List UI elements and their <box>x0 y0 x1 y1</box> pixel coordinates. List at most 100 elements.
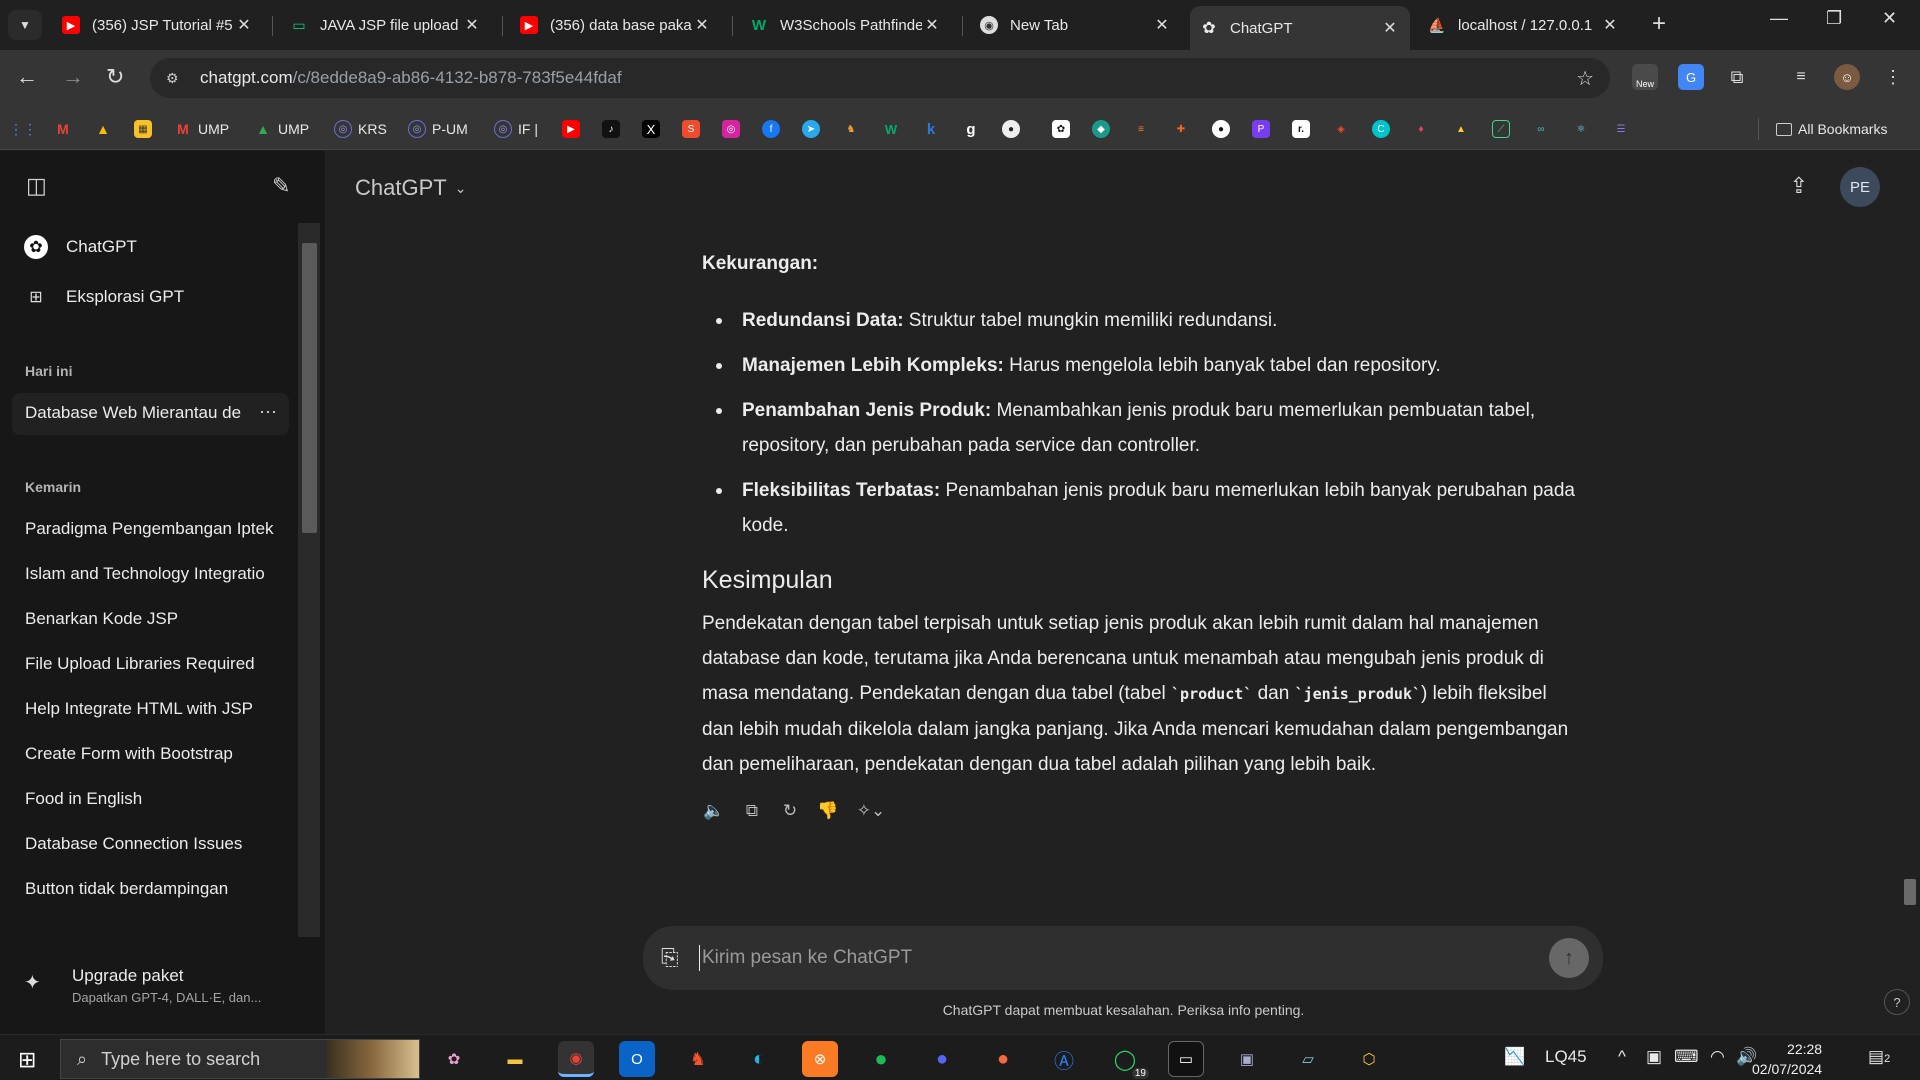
forward-icon[interactable]: → <box>62 64 84 90</box>
bookmark-firebase[interactable]: ▲ <box>1452 118 1476 140</box>
upgrade-plan-button[interactable]: ✦ Upgrade paket Dapatkan GPT-4, DALL·E, … <box>24 966 261 1005</box>
tray-overflow-icon[interactable]: ^ <box>1618 1047 1626 1067</box>
outlook-icon[interactable]: O <box>619 1041 655 1077</box>
address-bar[interactable]: ⚙ chatgpt.com/c/8edde8a9-ab86-4132-b878-… <box>150 58 1610 98</box>
browser-tab[interactable]: ▶ (356) JSP Tutorial #5 ✕ <box>52 8 264 42</box>
notification-icon[interactable]: ▤2 <box>1868 1047 1890 1067</box>
bookmark-orange[interactable]: ✚ <box>1172 118 1196 140</box>
bookmark-ump-drive[interactable]: ▲ UMP <box>254 118 309 140</box>
bookmark-gmail[interactable]: M <box>54 118 78 140</box>
profile-avatar[interactable]: ☺ <box>1834 64 1860 90</box>
browser-tab[interactable]: ◉ New Tab ✕ <box>970 8 1182 42</box>
language-icon[interactable]: ⌨ <box>1674 1047 1699 1067</box>
bookmark-p-um[interactable]: ◎ P-UM <box>408 118 468 140</box>
bookmark-if[interactable]: ◎ IF | <box>494 118 538 140</box>
terminal-icon[interactable]: ▭ <box>1168 1041 1204 1077</box>
chat-history-item-active[interactable]: Database Web Mierantau de ··· <box>12 393 289 435</box>
share-icon[interactable]: ⇪ <box>1790 173 1808 199</box>
chat-scrollbar-thumb[interactable] <box>1904 879 1916 905</box>
chat-history-item[interactable]: Help Integrate HTML with JSP <box>25 699 278 719</box>
browser-tab[interactable]: ▶ (356) data base pakai ✕ <box>510 8 722 42</box>
chat-history-item[interactable]: Database Connection Issues <box>25 834 278 854</box>
bookmark-star-icon[interactable]: ☆ <box>1576 66 1594 91</box>
bookmark-chatgpt[interactable]: ✿ <box>1052 118 1076 140</box>
close-icon[interactable]: ✕ <box>1380 18 1400 38</box>
chat-history-item[interactable]: Islam and Technology Integratio <box>25 564 278 584</box>
chat-history-item[interactable]: File Upload Libraries Required <box>25 654 278 674</box>
attach-icon[interactable]: ⎘ <box>661 945 691 971</box>
browser-tab[interactable]: ▭ JAVA JSP file upload ✕ <box>280 8 492 42</box>
bookmark-green[interactable]: ⟋ <box>1492 118 1516 140</box>
bookmark-wave[interactable]: ∞ <box>1532 118 1556 140</box>
bookmark-react[interactable]: ⚛ <box>1572 118 1596 140</box>
send-button[interactable]: ↑ <box>1549 938 1589 978</box>
bookmark-instagram[interactable]: ◎ <box>722 118 746 140</box>
chat-history-item[interactable]: Food in English <box>25 789 278 809</box>
message-input[interactable]: Kirim pesan ke ChatGPT <box>702 947 912 969</box>
bookmark-stack[interactable]: ☰ <box>1612 118 1636 140</box>
bookmark-youtube[interactable]: ▶ <box>562 118 586 140</box>
read-aloud-icon[interactable]: 🔈 <box>702 801 726 821</box>
bookmark-facebook[interactable]: f <box>762 118 786 140</box>
sidebar-item-chatgpt[interactable]: ✿ ChatGPT <box>24 235 137 259</box>
avatar[interactable]: PE <box>1840 167 1880 207</box>
bookmark-tiktok[interactable]: ♪ <box>602 118 626 140</box>
extensions-icon[interactable]: ⧉ <box>1724 64 1750 90</box>
bookmark-fire[interactable]: ♦ <box>1412 118 1436 140</box>
chat-history-item[interactable]: Paradigma Pengembangan Iptek <box>25 519 278 539</box>
message-composer[interactable]: ⎘ Kirim pesan ke ChatGPT ↑ <box>643 926 1603 990</box>
bookmark-teal[interactable]: ◆ <box>1092 118 1116 140</box>
sidebar-toggle-icon[interactable]: ◫ <box>26 173 47 199</box>
bookmark-krs[interactable]: ◎ KRS <box>334 118 387 140</box>
regenerate-icon[interactable]: ↻ <box>778 801 802 821</box>
bookmark-r[interactable]: r. <box>1292 118 1316 140</box>
browser-tab[interactable]: ⛵ localhost / 127.0.0.1 ✕ <box>1418 8 1630 42</box>
close-icon[interactable]: ✕ <box>692 15 712 35</box>
more-options-icon[interactable]: ··· <box>259 401 277 422</box>
bookmark-x[interactable]: X <box>642 118 666 140</box>
model-selector[interactable]: ChatGPT ⌄ <box>355 175 466 201</box>
close-icon[interactable]: ✕ <box>234 15 254 35</box>
edge-icon[interactable]: ◐ <box>741 1041 777 1077</box>
copy-icon[interactable]: ⧉ <box>740 801 764 821</box>
spotify-icon[interactable]: ● <box>863 1041 899 1077</box>
close-icon[interactable]: ✕ <box>1600 15 1620 35</box>
bookmark-k[interactable]: k <box>922 118 946 140</box>
stock-ticker[interactable]: LQ45 <box>1545 1047 1587 1067</box>
bookmark-w3schools[interactable]: W <box>882 118 906 140</box>
chat-history-item[interactable]: Benarkan Kode JSP <box>25 609 278 629</box>
bookmark-globe[interactable]: ● <box>1002 118 1026 140</box>
help-button[interactable]: ? <box>1884 989 1910 1015</box>
bookmark-p[interactable]: P <box>1252 118 1276 140</box>
stock-chart-icon[interactable]: 📉 <box>1504 1047 1525 1067</box>
site-info-icon[interactable]: ⚙ <box>166 70 188 87</box>
media-control-icon[interactable]: ≡ <box>1788 64 1814 90</box>
chat-scrollbar[interactable] <box>1900 151 1920 923</box>
bookmark-canva[interactable]: C <box>1372 118 1396 140</box>
virtualbox-icon[interactable]: ⬡ <box>1351 1041 1387 1077</box>
paint-icon[interactable]: ✿ <box>436 1041 472 1077</box>
network-app-icon[interactable]: ▣ <box>1229 1041 1265 1077</box>
brave-icon[interactable]: ♞ <box>680 1041 716 1077</box>
chat-history-item[interactable]: Create Form with Bootstrap <box>25 744 278 764</box>
bookmark-sheets[interactable]: ▦ <box>134 118 158 140</box>
chat-history-item[interactable]: Button tidak berdampingan <box>25 879 278 899</box>
notes-icon[interactable]: ▱ <box>1290 1041 1326 1077</box>
bookmark-drive[interactable]: ▲ <box>94 118 118 140</box>
extension-new-icon[interactable]: New <box>1632 64 1658 90</box>
bookmark-brave[interactable]: ♞ <box>842 118 866 140</box>
reload-icon[interactable]: ↻ <box>106 64 124 90</box>
all-bookmarks[interactable]: All Bookmarks <box>1776 118 1887 140</box>
bookmark-telegram[interactable]: ➤ <box>802 118 826 140</box>
sparkle-model-icon[interactable]: ✧⌄ <box>854 801 888 821</box>
bookmark-ump-gmail[interactable]: M UMP <box>174 118 229 140</box>
bookmark-apps[interactable]: ⋮⋮ <box>9 118 38 140</box>
browser-tab-active[interactable]: ✿ ChatGPT ✕ <box>1190 6 1410 50</box>
tab-search-button[interactable]: ▼ <box>8 10 42 40</box>
chrome-icon[interactable]: ◉ <box>558 1041 594 1077</box>
windows-start-icon[interactable]: ⊞ <box>18 1047 36 1073</box>
wifi-icon[interactable]: ◠ <box>1710 1047 1725 1067</box>
sidebar-scrollbar-thumb[interactable] <box>302 243 317 533</box>
bookmark-stackoverflow[interactable]: ≡ <box>1132 118 1156 140</box>
close-icon[interactable]: ✕ <box>1152 15 1172 35</box>
